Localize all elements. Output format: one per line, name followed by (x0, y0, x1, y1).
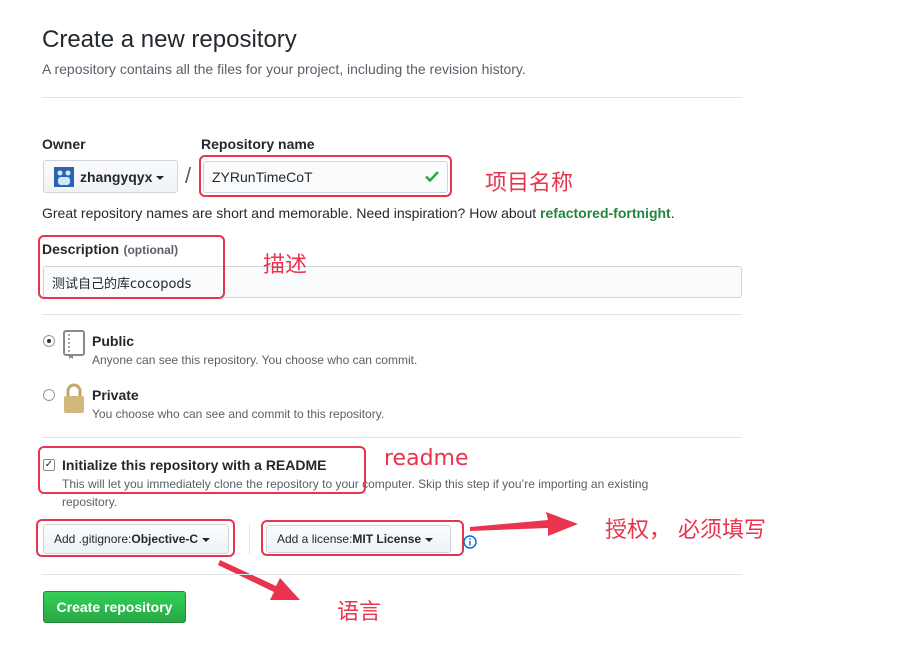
create-repository-button[interactable]: Create repository (43, 591, 186, 623)
annotation-description: 描述 (263, 253, 308, 278)
private-title: Private (92, 387, 139, 403)
page-title: Create a new repository (42, 26, 297, 53)
public-radio[interactable] (43, 335, 55, 347)
owner-dropdown[interactable]: zhangyqyx (43, 160, 178, 193)
owner-value: zhangyqyx (80, 168, 153, 185)
page-subtitle: A repository contains all the files for … (42, 61, 526, 77)
chevron-down-icon (156, 175, 165, 180)
divider (42, 97, 742, 98)
private-desc: You choose who can see and commit to thi… (92, 407, 385, 421)
public-desc: Anyone can see this repository. You choo… (92, 353, 418, 367)
divider (42, 574, 742, 575)
readme-desc-cont: repository. (62, 495, 118, 509)
lock-icon (62, 383, 86, 420)
annotation-readme: readme (384, 446, 469, 471)
arrow-icon (218, 560, 300, 600)
annotation-license: 授权， 必须填写 (605, 518, 766, 543)
annotation-box-license (261, 520, 464, 556)
suggested-name-link[interactable]: refactored-fortnight (540, 205, 671, 221)
annotation-box-readme (38, 446, 366, 494)
annotation-repo-name: 项目名称 (485, 171, 574, 196)
annotation-box-gitignore (36, 519, 235, 557)
name-hint-text: Great repository names are short and mem… (42, 205, 541, 221)
annotation-box-description (38, 235, 225, 299)
repo-icon (62, 330, 86, 365)
divider (249, 524, 250, 554)
public-title: Public (92, 333, 135, 349)
annotation-language: 语言 (337, 600, 382, 625)
divider (42, 314, 742, 315)
annotation-box-repo-name (199, 155, 452, 197)
arrow-icon (470, 512, 578, 536)
owner-label: Owner (42, 136, 86, 152)
owner-repo-separator: / (185, 163, 192, 188)
name-hint-suffix: . (670, 205, 675, 221)
name-hint: Great repository names are short and mem… (42, 205, 675, 221)
private-radio[interactable] (43, 389, 55, 401)
divider (42, 437, 742, 438)
avatar (54, 166, 74, 187)
repo-name-label: Repository name (201, 136, 315, 152)
